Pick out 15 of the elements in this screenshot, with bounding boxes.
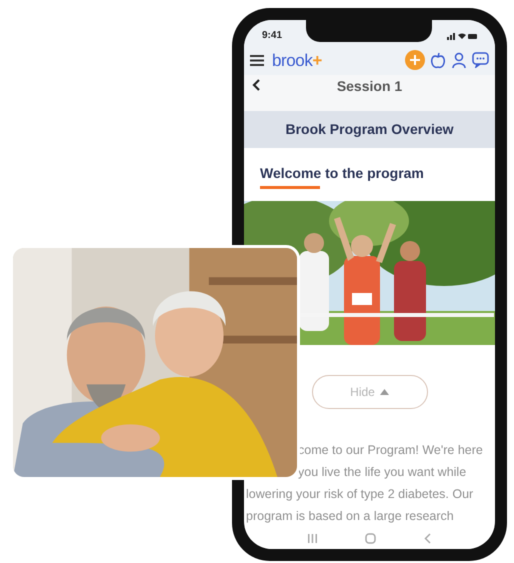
body-text-line: lowering your risk of type 2 diabetes. Our [246,486,474,504]
apple-icon[interactable] [430,52,446,69]
person-icon[interactable] [451,52,467,69]
back-icon[interactable] [252,79,260,92]
body-text-line: you live the life you want while [297,464,468,482]
status-time: 9:41 [262,29,282,44]
status-icons [447,32,477,40]
caret-icon [380,389,389,396]
app-logo: brook+ [272,50,322,72]
page-title: Session 1 [336,79,404,94]
menu-icon[interactable] [250,54,264,66]
section-title: Brook Program Overview [285,120,454,139]
chat-icon[interactable] [472,52,489,68]
tab[interactable]: Welcome to the program [260,163,424,190]
body-text-line: program is based on a large research [246,508,455,526]
